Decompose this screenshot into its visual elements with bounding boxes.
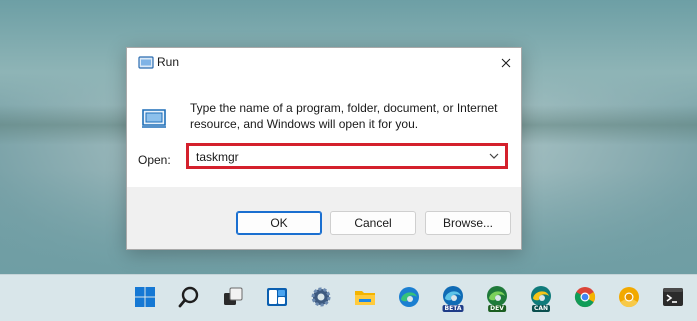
chevron-down-icon[interactable] <box>487 149 501 163</box>
close-icon <box>501 58 511 68</box>
cancel-button[interactable]: Cancel <box>330 211 416 235</box>
browse-button[interactable]: Browse... <box>425 211 511 235</box>
open-combobox[interactable]: taskmgr <box>186 143 508 169</box>
search-icon[interactable] <box>175 283 203 311</box>
open-input-value[interactable]: taskmgr <box>196 150 239 164</box>
settings-icon[interactable] <box>307 283 335 311</box>
edge-icon[interactable] <box>395 283 423 311</box>
open-label: Open: <box>138 153 171 167</box>
dev-badge: DEV <box>488 305 506 312</box>
edge-dev-icon[interactable]: DEV <box>483 283 511 312</box>
run-dialog: Run Type the name of a program, folder, … <box>126 47 522 250</box>
ok-button[interactable]: OK <box>236 211 322 235</box>
edge-beta-icon[interactable]: BETA <box>439 283 467 312</box>
chrome-icon[interactable] <box>571 283 599 311</box>
file-explorer-icon[interactable] <box>351 283 379 311</box>
start-icon[interactable] <box>131 283 159 311</box>
run-program-icon <box>140 106 168 130</box>
beta-badge: BETA <box>442 305 464 312</box>
widgets-icon[interactable] <box>263 283 291 311</box>
chrome-canary-icon[interactable] <box>615 283 643 311</box>
dialog-title: Run <box>157 55 180 69</box>
run-icon <box>138 56 154 70</box>
taskbar: BETA DEV CAN <box>0 274 697 321</box>
task-view-icon[interactable] <box>219 283 247 311</box>
canary-badge: CAN <box>531 305 551 312</box>
close-button[interactable] <box>491 48 521 78</box>
title-bar[interactable]: Run <box>127 48 521 78</box>
terminal-icon[interactable] <box>659 283 687 311</box>
dialog-description: Type the name of a program, folder, docu… <box>190 101 498 131</box>
dialog-content: Type the name of a program, folder, docu… <box>127 78 521 187</box>
edge-canary-icon[interactable]: CAN <box>527 283 555 312</box>
